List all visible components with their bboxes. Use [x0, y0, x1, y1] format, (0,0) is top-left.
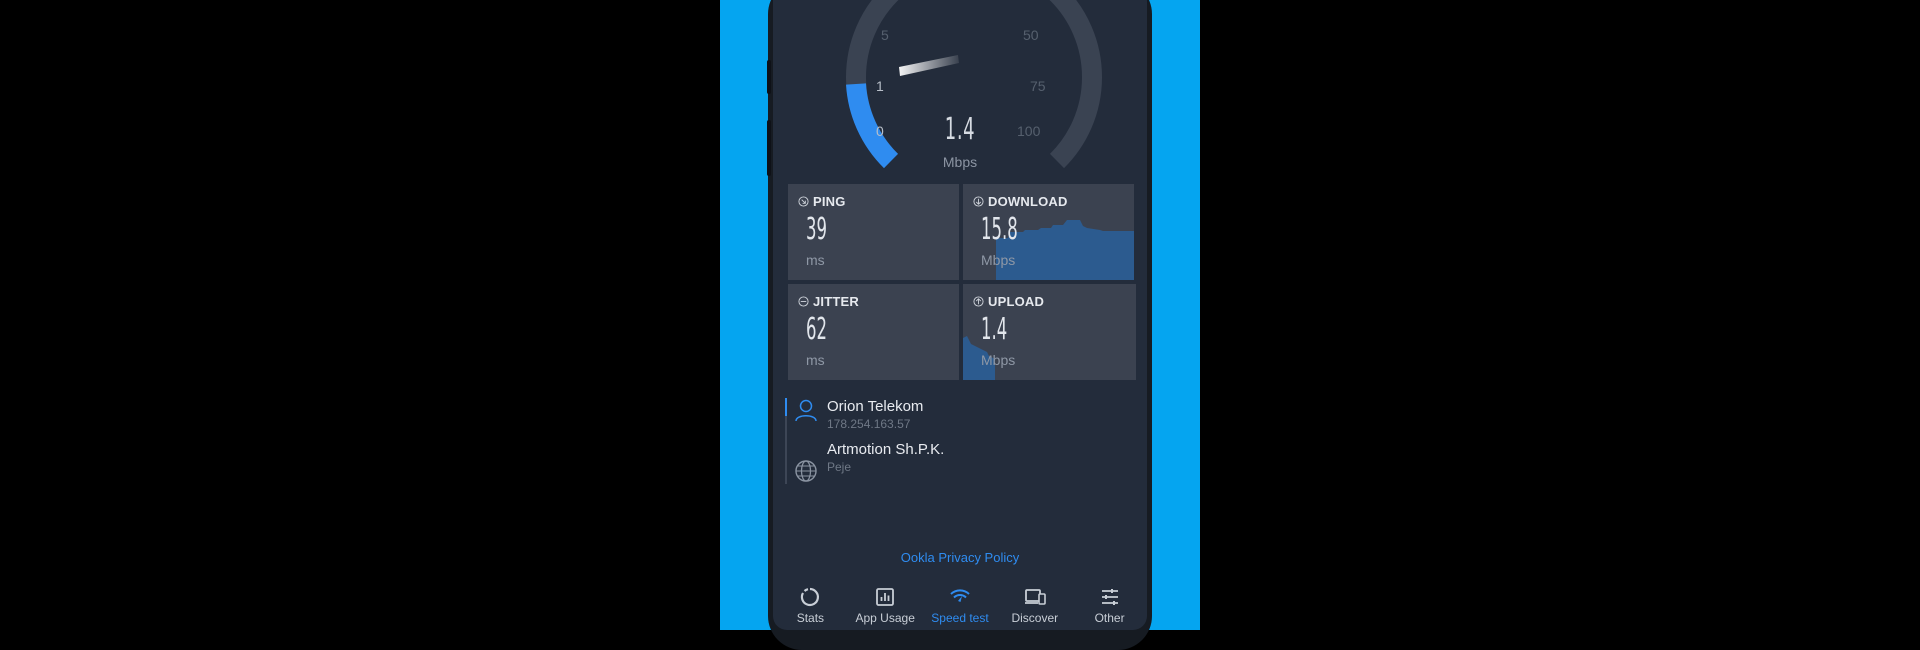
tab-speed-test[interactable]: Speed test: [925, 582, 995, 630]
tab-app-usage-label: App Usage: [855, 611, 915, 625]
gauge-tick-5: 5: [881, 27, 889, 43]
download-icon: [973, 196, 984, 207]
ping-tile: PING 39 ms: [788, 184, 959, 280]
gauge-tick-50: 50: [1023, 27, 1039, 43]
current-speed-unit: Mbps: [942, 154, 978, 170]
upload-unit: Mbps: [981, 352, 1016, 368]
phone-side-button: [767, 60, 771, 94]
ping-unit: ms: [806, 252, 825, 268]
upload-value: 1.4: [981, 312, 1008, 347]
tab-discover-label: Discover: [1011, 611, 1059, 625]
discover-icon: [1024, 589, 1046, 605]
download-tile: DOWNLOAD 15.8 Mbps: [963, 184, 1134, 280]
jitter-value: 62: [806, 312, 828, 347]
user-icon: [795, 399, 817, 422]
speed-gauge: 0 1 5 50 75 100: [846, 0, 1102, 169]
server-name[interactable]: Artmotion Sh.P.K.: [827, 441, 944, 458]
phone-side-button: [767, 120, 771, 176]
ping-icon: [798, 196, 809, 207]
globe-icon: [795, 460, 817, 482]
ping-value: 39: [806, 212, 828, 247]
download-label: DOWNLOAD: [988, 194, 1068, 209]
tab-discover[interactable]: Discover: [1000, 582, 1070, 630]
gauge-needle: [899, 55, 959, 76]
tab-speed-test-label: Speed test: [931, 611, 989, 625]
speedtest-screen: 0 1 5 50 75 100 1.4 Mbps PING 39 ms DOWN…: [773, 0, 1147, 630]
ping-label: PING: [813, 194, 846, 209]
provider-active-indicator: [785, 398, 787, 416]
upload-label: UPLOAD: [988, 294, 1045, 309]
tab-app-usage[interactable]: App Usage: [850, 582, 920, 630]
privacy-policy-link[interactable]: Ookla Privacy Policy: [773, 550, 1147, 565]
download-value: 15.8: [981, 212, 1018, 247]
gauge-tick-75: 75: [1030, 78, 1046, 94]
bottom-tab-bar: Stats App Usage Speed test Discover Othe…: [773, 582, 1147, 630]
download-unit: Mbps: [981, 252, 1016, 268]
jitter-unit: ms: [806, 352, 825, 368]
jitter-label: JITTER: [813, 294, 859, 309]
other-icon: [1101, 589, 1118, 605]
provider-divider: [785, 398, 787, 484]
jitter-icon: [798, 296, 809, 307]
server-location: Peje: [827, 460, 852, 474]
tab-stats-label: Stats: [796, 611, 825, 625]
upload-tile: UPLOAD 1.4 Mbps: [963, 284, 1136, 380]
current-speed-value: 1.4: [944, 112, 976, 147]
tab-other[interactable]: Other: [1075, 582, 1145, 630]
gauge-tick-1: 1: [876, 78, 884, 94]
tab-stats[interactable]: Stats: [775, 582, 845, 630]
speed-test-icon: [950, 589, 970, 602]
isp-ip: 178.254.163.57: [827, 417, 911, 431]
upload-icon: [973, 296, 984, 307]
isp-name[interactable]: Orion Telekom: [827, 398, 923, 415]
jitter-tile: JITTER 62 ms: [788, 284, 959, 380]
app-usage-icon: [876, 588, 895, 606]
tab-other-label: Other: [1094, 611, 1125, 625]
stats-icon: [801, 587, 820, 607]
